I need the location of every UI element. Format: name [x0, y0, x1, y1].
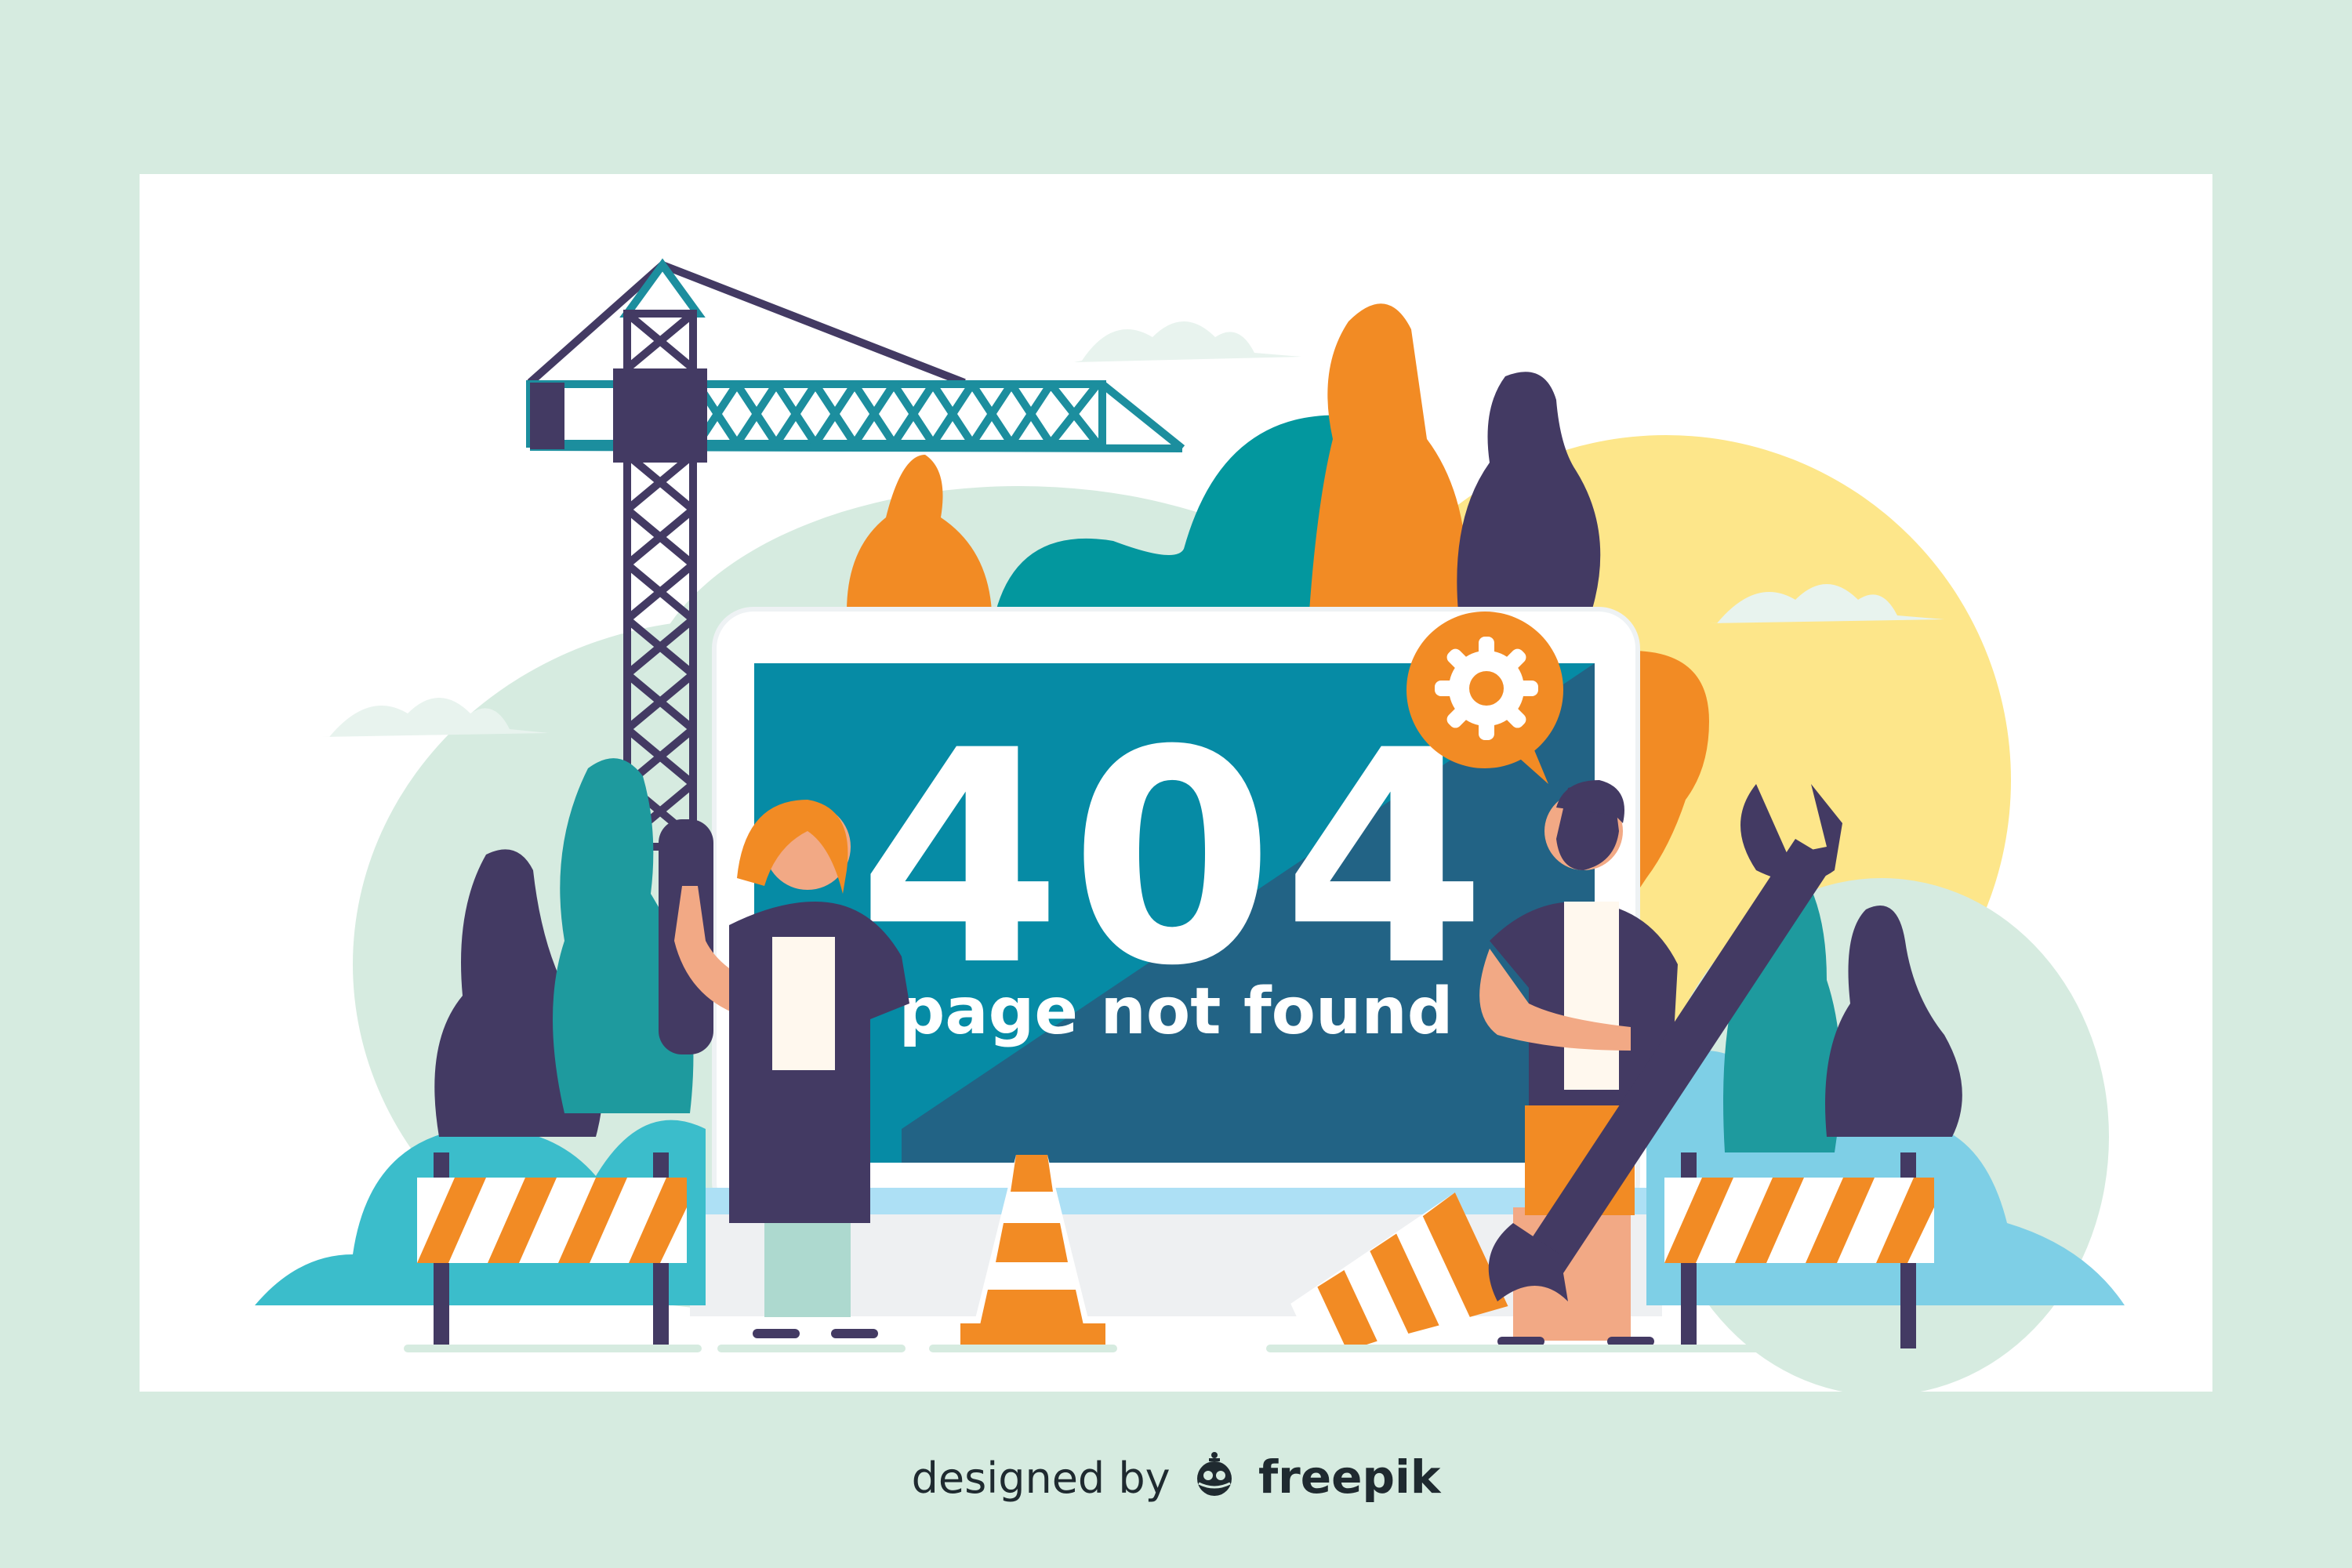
illustration-404: 404 page not found	[140, 174, 2212, 1396]
freepik-robot-logo-icon	[1190, 1450, 1239, 1509]
gear-icon	[1435, 637, 1538, 740]
attribution-brand[interactable]: freepik	[1258, 1450, 1440, 1504]
attribution-footer: designed by freepik	[0, 1450, 2352, 1509]
error-message: page not found	[899, 975, 1454, 1049]
attribution-prefix: designed by	[911, 1454, 1171, 1503]
